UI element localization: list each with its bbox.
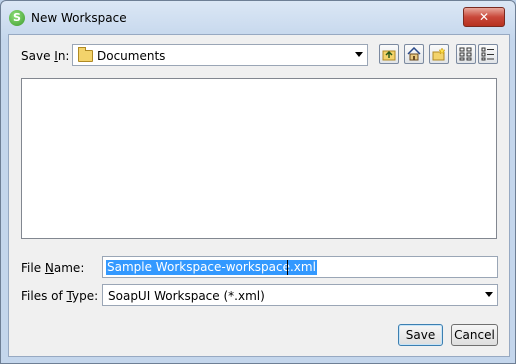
save-in-value: Documents [97,49,166,63]
chevron-down-icon [355,52,363,57]
dialog-body: Save In: Documents File Name: Sample Wor… [8,34,510,357]
folder-icon [78,47,93,62]
file-name-label: File Name: [21,261,85,275]
list-view-button[interactable] [456,44,476,64]
up-one-level-button[interactable] [379,44,399,64]
dialog-window: S New Workspace ✕ Save In: Documents Fil… [0,0,516,364]
file-type-label: Files of Type: [21,289,99,303]
file-name-value: Sample Workspace-workspace.xml [106,260,317,275]
up-folder-icon [382,50,396,61]
file-name-input[interactable]: Sample Workspace-workspace.xml [102,256,498,278]
file-type-dropdown[interactable]: SoapUI Workspace (*.xml) [102,284,498,306]
list-view-icon [459,47,472,61]
text-caret [287,260,288,275]
new-folder-button[interactable] [429,44,449,64]
cancel-button[interactable]: Cancel [451,324,498,346]
soapui-logo-icon: S [9,10,25,26]
details-view-icon [481,47,494,61]
home-button[interactable] [404,44,424,64]
new-folder-icon [432,47,446,61]
title-bar[interactable]: S New Workspace ✕ [1,1,515,35]
save-in-label: Save In: [21,49,70,63]
details-view-button[interactable] [478,44,498,64]
file-list-pane[interactable] [21,78,497,239]
chevron-down-icon [485,292,493,297]
save-button[interactable]: Save [398,324,443,346]
close-button[interactable]: ✕ [463,7,505,27]
save-in-dropdown[interactable]: Documents [72,44,368,66]
window-title: New Workspace [31,11,127,25]
file-type-value: SoapUI Workspace (*.xml) [108,289,265,303]
home-icon [407,47,421,61]
